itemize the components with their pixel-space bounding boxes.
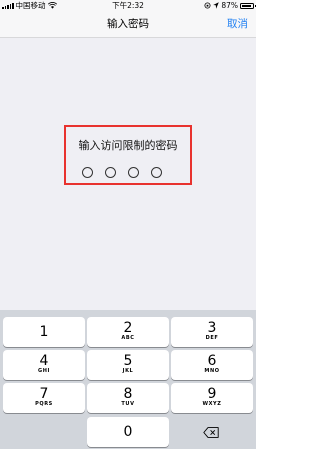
key-digit: 6 (207, 353, 217, 369)
location-icon (213, 2, 220, 9)
key-0[interactable]: 0 (87, 417, 169, 447)
key-8[interactable]: 8 TUV (87, 383, 169, 413)
navigation-bar: 输入密码 取消 (0, 11, 256, 38)
key-letters: MNO (204, 368, 220, 374)
key-letters: JKL (122, 368, 134, 374)
passcode-dots (82, 167, 162, 178)
key-digit: 4 (39, 353, 49, 369)
key-digit: 9 (207, 386, 217, 402)
key-5[interactable]: 5 JKL (87, 350, 169, 380)
key-2[interactable]: 2 ABC (87, 317, 169, 347)
key-letters: DEF (205, 335, 219, 341)
battery-percent: 87% (221, 1, 238, 10)
status-right: 87% (204, 0, 256, 11)
delete-button[interactable] (170, 417, 252, 447)
key-1[interactable]: 1 (3, 317, 85, 347)
key-letters: GHI (38, 368, 50, 374)
passcode-area: 输入访问限制的密码 (0, 38, 256, 310)
cancel-button[interactable]: 取消 (227, 11, 248, 38)
key-letters: TUV (121, 401, 135, 407)
key-digit: 8 (123, 386, 133, 402)
passcode-prompt: 输入访问限制的密码 (78, 139, 178, 152)
backspace-icon (203, 427, 219, 438)
numeric-keypad: 1 2 ABC 3 DEF 4 GHI 5 JKL 6 MNO 7 PQRS 8 TUV 9 WXYZ 0 (0, 310, 256, 449)
key-7[interactable]: 7 PQRS (3, 383, 85, 413)
key-digit: 5 (123, 353, 133, 369)
passcode-dot (128, 167, 139, 178)
key-9[interactable]: 9 WXYZ (171, 383, 253, 413)
passcode-dot (105, 167, 116, 178)
key-digit: 3 (207, 320, 217, 336)
key-letters: PQRS (35, 401, 53, 407)
key-6[interactable]: 6 MNO (171, 350, 253, 380)
key-3[interactable]: 3 DEF (171, 317, 253, 347)
key-digit: 1 (39, 324, 49, 340)
key-4[interactable]: 4 GHI (3, 350, 85, 380)
page-title: 输入密码 (107, 18, 149, 30)
status-bar: 中国移动 下午2:32 87% (0, 0, 256, 11)
key-digit: 7 (39, 386, 49, 402)
key-letters: ABC (121, 335, 135, 341)
battery-fill (242, 4, 251, 7)
passcode-dot (82, 167, 93, 178)
key-digit: 2 (123, 320, 133, 336)
key-letters: WXYZ (202, 401, 222, 407)
rotation-lock-icon (204, 2, 211, 9)
key-digit: 0 (123, 424, 133, 440)
passcode-dot (151, 167, 162, 178)
battery-icon (240, 2, 256, 9)
